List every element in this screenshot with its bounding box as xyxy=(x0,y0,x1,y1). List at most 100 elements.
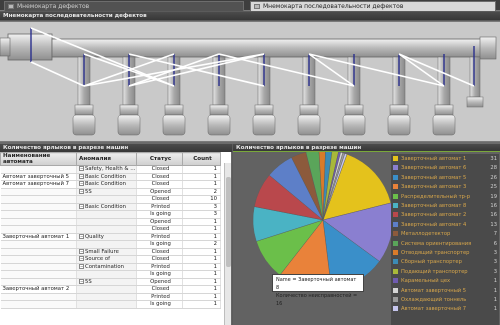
legend-item[interactable]: Заверточный автомат 8 16 xyxy=(393,203,497,211)
cell-anomaly: − Source of xyxy=(76,255,137,264)
cell-status-text: Is going xyxy=(150,241,171,248)
collapse-toggle-icon[interactable]: − xyxy=(79,233,84,239)
table-row[interactable]: Printed 1 xyxy=(0,293,221,301)
cell-count-text: 2 xyxy=(213,241,217,248)
defects-table[interactable]: Наименование автомата Аномалия Статус Co… xyxy=(0,152,221,309)
cell-anomaly: −Safety, Health & Env... xyxy=(76,165,137,174)
legend-value: 3 xyxy=(493,268,497,275)
legend-swatch xyxy=(393,297,398,302)
legend-item[interactable]: Автомат заверточный 7 1 xyxy=(393,306,497,314)
table-row[interactable]: Opened 1 xyxy=(0,218,221,226)
tab-defect-map[interactable]: Мнемокарта дефектов xyxy=(4,1,244,11)
cell-status: Is going xyxy=(136,270,183,279)
legend-item[interactable]: Металлодетектор 7 xyxy=(393,231,497,239)
cell-count-text: 10 xyxy=(210,196,217,203)
diagram-panel-header: Мнемокарта последовательности дефектов xyxy=(0,12,500,20)
cell-status-text: Is going xyxy=(150,301,171,308)
table-row[interactable]: Closed 1 xyxy=(0,225,221,234)
collapse-toggle-icon[interactable]: − xyxy=(79,188,84,194)
legend-item[interactable]: Заверточный автомат 4 13 xyxy=(393,221,497,230)
cell-anomaly-text: Source of xyxy=(85,256,110,263)
collapse-toggle-icon[interactable]: − xyxy=(79,248,84,254)
collapse-toggle-icon[interactable]: − xyxy=(79,263,84,269)
legend-swatch xyxy=(393,193,398,199)
legend-value: 3 xyxy=(493,250,497,256)
legend-item[interactable]: Охлаждающий тоннель 1 xyxy=(393,297,497,305)
table-row[interactable]: − Source of Closed 1 xyxy=(0,255,221,264)
table-row[interactable]: Is going 1 xyxy=(0,270,221,279)
legend-label: Автомат заверточный 5 xyxy=(401,287,467,294)
cell-machine xyxy=(0,240,77,249)
table-row[interactable]: − Basic Condition Printed 3 xyxy=(0,203,221,211)
cell-count: 1 xyxy=(182,233,221,241)
cell-status-text: Printed xyxy=(151,233,170,240)
legend-label: Заверточный автомат 2 xyxy=(401,212,467,219)
table-row[interactable]: −Safety, Health & Env... Closed 1 xyxy=(0,165,221,174)
table-scrollbar[interactable] xyxy=(224,163,231,325)
legend-item[interactable]: Заверточный автомат 1 31 xyxy=(393,156,497,164)
legend-item[interactable]: Карамельный цех 1 xyxy=(393,278,497,286)
cell-count: 1 xyxy=(182,300,221,309)
cell-status-text: Closed xyxy=(151,286,170,293)
legend-item[interactable]: Заверточный автомат 2 16 xyxy=(393,212,497,220)
legend-item[interactable]: Подающий транспортер 3 xyxy=(393,268,497,277)
tab-label: Мнемокарта последовательности дефектов xyxy=(263,3,404,10)
cell-status: Opened xyxy=(136,278,183,286)
table-row[interactable]: Автомат заверточный 5 − Basic Condition Clo… xyxy=(0,173,221,181)
collapse-toggle-icon[interactable]: − xyxy=(79,173,84,179)
cell-count-text: 1 xyxy=(213,286,217,293)
header-anomaly[interactable]: Аномалия xyxy=(76,152,137,166)
table-row[interactable]: Is going 1 xyxy=(0,300,221,309)
header-count[interactable]: Count xyxy=(182,152,221,166)
cell-count: 1 xyxy=(182,263,221,271)
header-machine[interactable]: Наименование автомата xyxy=(0,152,77,166)
legend-item[interactable]: Автомат заверточный 5 1 xyxy=(393,287,497,296)
cell-count: 1 xyxy=(182,165,221,174)
legend-item[interactable]: Заверточный автомат 3 25 xyxy=(393,184,497,192)
cell-count-text: 1 xyxy=(213,248,217,255)
cell-count-text: 1 xyxy=(213,233,217,240)
collapse-toggle-icon[interactable]: − xyxy=(79,181,84,187)
cell-status-text: Is going xyxy=(150,211,171,218)
tab-sequence-map[interactable]: Мнемокарта последовательности дефектов xyxy=(250,1,496,11)
legend-label: Сборный транспортер xyxy=(401,259,462,266)
table-row[interactable]: − Contamination Printed 1 xyxy=(0,263,221,271)
legend-swatch xyxy=(393,165,398,171)
cell-status: Is going xyxy=(136,210,183,219)
table-row[interactable]: Is going 3 xyxy=(0,210,221,219)
legend-label: Система ориентирования xyxy=(401,240,472,247)
legend-item[interactable]: Заверточный автомат 5 26 xyxy=(393,174,497,183)
table-row[interactable]: Заверточный автомат 2 Closed 1 xyxy=(0,285,221,294)
table-row[interactable]: −5S Opened 2 xyxy=(0,188,221,196)
legend-swatch xyxy=(393,203,398,208)
cell-machine-text: Заверточный автомат 1 xyxy=(2,233,70,240)
legend-label: Распределительный тр-р xyxy=(401,193,471,200)
table-row[interactable]: Автомат заверточный 7 − Basic Condition Clo… xyxy=(0,180,221,189)
header-status[interactable]: Статус xyxy=(136,152,183,166)
legend-item[interactable]: Заверточный автомат 6 28 xyxy=(393,165,497,173)
cell-machine xyxy=(0,300,77,309)
cell-machine xyxy=(0,255,77,264)
collapse-toggle-icon[interactable]: − xyxy=(79,203,84,209)
table-row[interactable]: − Small Failure Closed 1 xyxy=(0,248,221,256)
legend-item[interactable]: Система ориентирования 6 xyxy=(393,240,497,249)
legend-item[interactable]: Сборный транспортер 3 xyxy=(393,259,497,267)
table-row[interactable]: Is going 2 xyxy=(0,240,221,249)
table-row[interactable]: Заверточный автомат 1 − Quality Printed 1 xyxy=(0,233,221,241)
cell-count: 1 xyxy=(182,278,221,286)
legend-value: 6 xyxy=(493,240,497,247)
table-row[interactable]: Closed 10 xyxy=(0,195,221,204)
cell-anomaly: −5S xyxy=(76,188,137,196)
cell-count-text: 1 xyxy=(213,256,217,263)
cell-anomaly xyxy=(76,195,137,204)
legend-item[interactable]: Распределительный тр-р 19 xyxy=(393,193,497,202)
collapse-toggle-icon[interactable]: − xyxy=(79,278,84,284)
collapse-toggle-icon[interactable]: − xyxy=(79,166,84,172)
cell-count: 1 xyxy=(182,255,221,264)
legend-item[interactable]: Отводящий транспортер 3 xyxy=(393,250,497,258)
table-row[interactable]: −5S Opened 1 xyxy=(0,278,221,286)
collapse-toggle-icon[interactable]: − xyxy=(79,256,84,262)
cell-status: Is going xyxy=(136,240,183,249)
scrollbar-thumb[interactable] xyxy=(226,177,231,267)
cell-status: Printed xyxy=(136,293,183,301)
